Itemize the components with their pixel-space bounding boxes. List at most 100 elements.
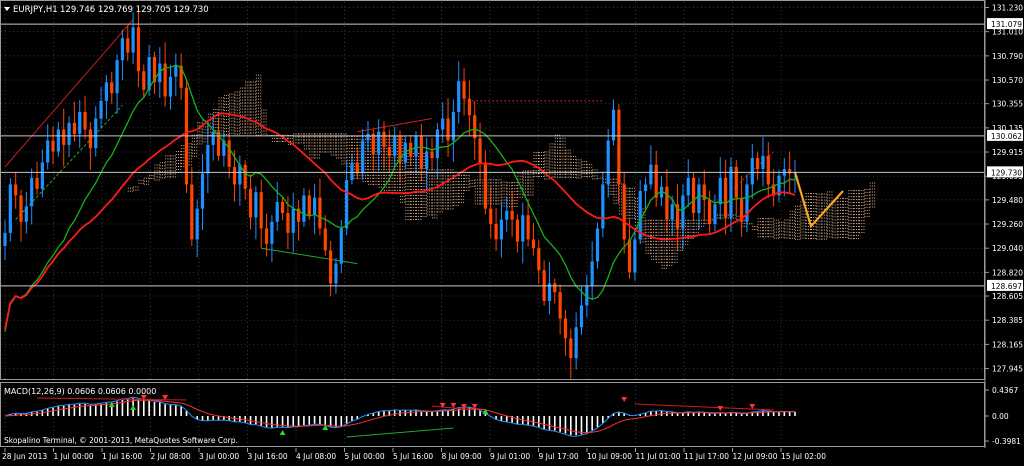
- cloud-dot: [858, 199, 860, 201]
- cloud-dot: [180, 156, 182, 158]
- cloud-dot: [647, 225, 649, 227]
- cloud-dot: [821, 232, 823, 234]
- cloud-dot: [861, 208, 863, 210]
- cloud-dot: [351, 138, 353, 140]
- cloud-dot: [666, 261, 668, 263]
- cloud-dot: [802, 216, 804, 218]
- cloud-dot: [759, 230, 761, 232]
- cloud-dot: [318, 157, 320, 159]
- cloud-dot: [418, 182, 420, 184]
- cloud-dot: [181, 160, 183, 162]
- cloud-dot: [823, 208, 825, 210]
- cloud-dot: [842, 209, 844, 211]
- cloud-dot: [418, 152, 420, 154]
- cloud-dot: [250, 117, 252, 119]
- cloud-dot: [260, 95, 262, 97]
- cloud-dot: [306, 136, 308, 138]
- cloud-dot: [762, 230, 764, 232]
- cloud-dot: [618, 204, 620, 206]
- cloud-dot: [236, 94, 238, 96]
- cloud-dot: [426, 193, 428, 195]
- cloud-dot: [823, 217, 825, 219]
- cloud-dot: [687, 231, 689, 233]
- cloud-dot: [372, 174, 374, 176]
- cloud-dot: [521, 178, 523, 180]
- cloud-dot: [852, 226, 854, 228]
- cloud-dot: [416, 173, 418, 175]
- cloud-dot: [663, 249, 665, 251]
- cloud-dot: [201, 137, 203, 139]
- cloud-dot: [650, 234, 652, 236]
- cloud-dot: [826, 232, 828, 234]
- cloud-dot: [405, 185, 407, 187]
- cloud-dot: [254, 123, 256, 125]
- candle-body: [115, 60, 119, 94]
- candle-body: [24, 206, 28, 222]
- cloud-dot: [800, 201, 802, 203]
- cloud-dot: [480, 185, 482, 187]
- cloud-dot: [340, 157, 342, 159]
- cloud-dot: [418, 185, 420, 187]
- cloud-dot: [133, 189, 135, 191]
- cloud-dot: [410, 194, 412, 196]
- cloud-dot: [805, 196, 807, 198]
- cloud-dot: [498, 185, 500, 187]
- cloud-dot: [375, 159, 377, 161]
- cloud-dot: [407, 182, 409, 184]
- cloud-dot: [827, 215, 829, 217]
- cloud-dot: [400, 195, 401, 197]
- cloud-dot: [463, 198, 465, 200]
- cloud-dot: [303, 148, 305, 150]
- cloud-dot: [359, 174, 361, 176]
- cloud-dot: [589, 176, 591, 178]
- cloud-dot: [554, 161, 556, 163]
- cloud-dot: [432, 199, 434, 201]
- cloud-dot: [258, 104, 260, 106]
- cloud-dot: [229, 126, 231, 128]
- cloud-dot: [649, 246, 651, 248]
- cloud-dot: [348, 162, 350, 164]
- cloud-dot: [359, 144, 361, 146]
- cloud-dot: [178, 168, 180, 170]
- cloud-dot: [231, 108, 233, 110]
- cloud-dot: [388, 174, 390, 176]
- cloud-dot: [512, 182, 514, 184]
- cloud-dot: [610, 178, 612, 180]
- cloud-dot: [314, 154, 316, 156]
- cloud-dot: [837, 200, 839, 202]
- cloud-dot: [233, 120, 235, 122]
- cloud-dot: [811, 232, 813, 234]
- cloud-dot: [522, 194, 524, 196]
- cloud-dot: [482, 188, 484, 190]
- cloud-dot: [313, 151, 315, 153]
- cloud-dot: [864, 191, 866, 193]
- cloud-dot: [826, 196, 828, 198]
- cloud-dot: [311, 136, 313, 138]
- cloud-dot: [621, 213, 623, 215]
- cloud-dot: [530, 176, 532, 178]
- cloud-dot: [138, 182, 140, 184]
- cloud-dot: [316, 157, 318, 159]
- cloud-dot: [768, 230, 770, 232]
- cloud-dot: [197, 140, 199, 142]
- cloud-dot: [511, 182, 513, 184]
- cloud-dot: [415, 209, 417, 211]
- cloud-dot: [175, 156, 177, 158]
- cloud-dot: [480, 200, 482, 202]
- cloud-dot: [460, 183, 462, 185]
- cloud-dot: [596, 178, 598, 180]
- cloud-dot: [565, 149, 567, 151]
- trading-chart[interactable]: 0.4367 0.00 -0.3981 131.230 131.010 130.790 1…: [0, 0, 1024, 462]
- cloud-dot: [416, 170, 418, 172]
- cloud-dot: [145, 183, 147, 185]
- cloud-dot: [527, 176, 529, 178]
- cloud-dot: [341, 163, 343, 165]
- cloud-dot: [228, 103, 230, 105]
- cloud-dot: [866, 200, 868, 202]
- chart-canvas[interactable]: 0.43670.00-0.3981 131.230131.010130.7901…: [0, 0, 1024, 462]
- cloud-dot: [665, 258, 667, 260]
- cloud-dot: [644, 232, 646, 234]
- cloud-dot: [514, 200, 516, 202]
- cloud-dot: [829, 200, 831, 202]
- cloud-dot: [178, 156, 180, 158]
